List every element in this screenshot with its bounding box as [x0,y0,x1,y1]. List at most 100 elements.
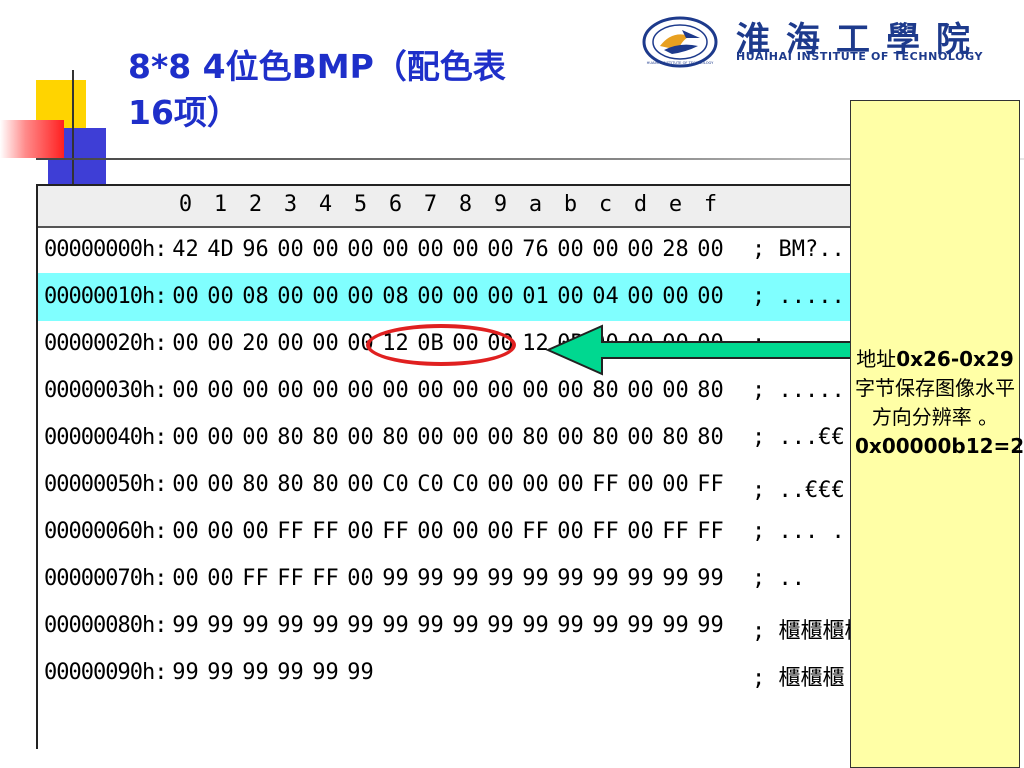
hex-byte[interactable]: 00 [308,284,343,309]
hex-byte[interactable]: 99 [308,660,343,685]
hex-byte[interactable]: 00 [483,237,518,262]
hex-byte[interactable]: 00 [623,425,658,450]
hex-byte[interactable]: 99 [448,613,483,638]
hex-byte[interactable]: 00 [273,378,308,403]
hex-byte[interactable]: 00 [483,284,518,309]
hex-byte[interactable]: 99 [658,566,693,591]
hex-byte[interactable]: 80 [658,425,693,450]
hex-byte[interactable]: 00 [448,519,483,544]
hex-byte[interactable]: 00 [448,425,483,450]
hex-byte[interactable]: 00 [553,378,588,403]
hex-byte[interactable]: 00 [343,519,378,544]
hex-byte[interactable]: 00 [203,472,238,497]
hex-byte[interactable]: 4D [203,237,238,262]
hex-byte[interactable]: 80 [273,472,308,497]
hex-byte[interactable]: 80 [588,378,623,403]
hex-byte[interactable]: 99 [483,613,518,638]
hex-row[interactable]: 00000070h: 00 00 FF FF FF 00 99 99 99 99 99 99 99 99 99… [38,555,853,603]
hex-byte[interactable]: 76 [518,237,553,262]
hex-byte[interactable]: 99 [308,613,343,638]
hex-byte[interactable]: 80 [693,378,728,403]
hex-byte[interactable]: 00 [168,472,203,497]
hex-byte[interactable]: 99 [588,613,623,638]
hex-byte[interactable]: 00 [168,378,203,403]
hex-byte[interactable]: 99 [658,613,693,638]
hex-row[interactable]: 00000010h: 00 00 08 00 00 00 08 00 00 00 01 00 04 00 00… [38,273,853,321]
hex-byte[interactable]: FF [588,519,623,544]
hex-byte[interactable]: 99 [623,613,658,638]
hex-byte[interactable]: 00 [343,472,378,497]
hex-byte[interactable]: 00 [553,472,588,497]
hex-byte[interactable]: 99 [693,613,728,638]
hex-byte[interactable]: 99 [273,613,308,638]
hex-byte[interactable]: 00 [483,519,518,544]
hex-byte[interactable]: 00 [693,284,728,309]
hex-byte[interactable]: 80 [518,425,553,450]
hex-byte[interactable]: 00 [483,378,518,403]
hex-byte[interactable]: 99 [448,566,483,591]
hex-byte[interactable]: 00 [623,519,658,544]
hex-byte[interactable]: 99 [588,566,623,591]
hex-byte[interactable]: 00 [448,237,483,262]
hex-byte[interactable]: 00 [343,425,378,450]
hex-byte[interactable]: 99 [553,613,588,638]
hex-byte[interactable]: 00 [413,378,448,403]
hex-byte[interactable]: 80 [693,425,728,450]
hex-byte[interactable]: 00 [658,472,693,497]
hex-byte[interactable]: 99 [203,660,238,685]
hex-byte[interactable]: 99 [203,613,238,638]
hex-byte[interactable]: 00 [168,519,203,544]
hex-byte[interactable]: 00 [308,237,343,262]
hex-byte[interactable]: 00 [588,237,623,262]
hex-byte[interactable]: FF [693,472,728,497]
hex-byte[interactable]: 00 [378,237,413,262]
hex-byte[interactable]: FF [273,519,308,544]
hex-byte[interactable]: 00 [448,378,483,403]
hex-byte[interactable]: FF [693,519,728,544]
hex-byte[interactable]: 00 [203,331,238,356]
hex-byte[interactable]: 00 [273,237,308,262]
hex-byte[interactable]: 00 [413,425,448,450]
hex-byte[interactable]: 00 [553,237,588,262]
hex-byte[interactable]: 80 [308,425,343,450]
hex-byte[interactable]: C0 [378,472,413,497]
hex-byte[interactable]: FF [518,519,553,544]
hex-byte[interactable]: 80 [238,472,273,497]
hex-byte[interactable]: 00 [658,284,693,309]
hex-byte[interactable]: 99 [168,613,203,638]
hex-byte[interactable]: 00 [168,331,203,356]
hex-byte[interactable]: 00 [658,378,693,403]
hex-byte[interactable]: FF [273,566,308,591]
hex-byte[interactable]: 00 [413,519,448,544]
hex-byte[interactable]: 00 [238,378,273,403]
hex-byte[interactable]: 00 [343,378,378,403]
hex-byte[interactable]: 99 [273,660,308,685]
hex-byte[interactable]: 00 [553,284,588,309]
hex-byte[interactable]: 00 [553,519,588,544]
hex-row[interactable]: 00000050h: 00 00 80 80 80 00 C0 C0 C0 00 00 00 FF 00 00… [38,461,853,509]
hex-byte[interactable]: 99 [238,613,273,638]
hex-byte[interactable]: 80 [273,425,308,450]
hex-byte[interactable]: 99 [238,660,273,685]
hex-byte[interactable]: 00 [273,331,308,356]
hex-byte[interactable]: 00 [273,284,308,309]
hex-byte[interactable]: 99 [343,613,378,638]
hex-byte[interactable]: 00 [343,284,378,309]
hex-byte[interactable]: FF [308,566,343,591]
hex-byte[interactable]: 00 [308,378,343,403]
hex-byte[interactable]: 00 [168,425,203,450]
hex-byte[interactable]: 00 [203,425,238,450]
hex-byte[interactable]: 08 [378,284,413,309]
hex-byte[interactable]: FF [308,519,343,544]
hex-byte[interactable]: 99 [413,613,448,638]
hex-byte[interactable]: 00 [483,472,518,497]
hex-byte[interactable]: 00 [343,237,378,262]
hex-row[interactable]: 00000040h: 00 00 00 80 80 00 80 00 00 00 80 00 80 00 80… [38,414,853,462]
hex-byte[interactable]: 42 [168,237,203,262]
hex-byte[interactable]: 00 [203,566,238,591]
hex-byte[interactable]: 99 [693,566,728,591]
hex-byte[interactable]: C0 [448,472,483,497]
hex-byte[interactable]: 99 [343,660,378,685]
hex-byte[interactable]: 00 [623,472,658,497]
hex-byte[interactable]: 00 [238,425,273,450]
